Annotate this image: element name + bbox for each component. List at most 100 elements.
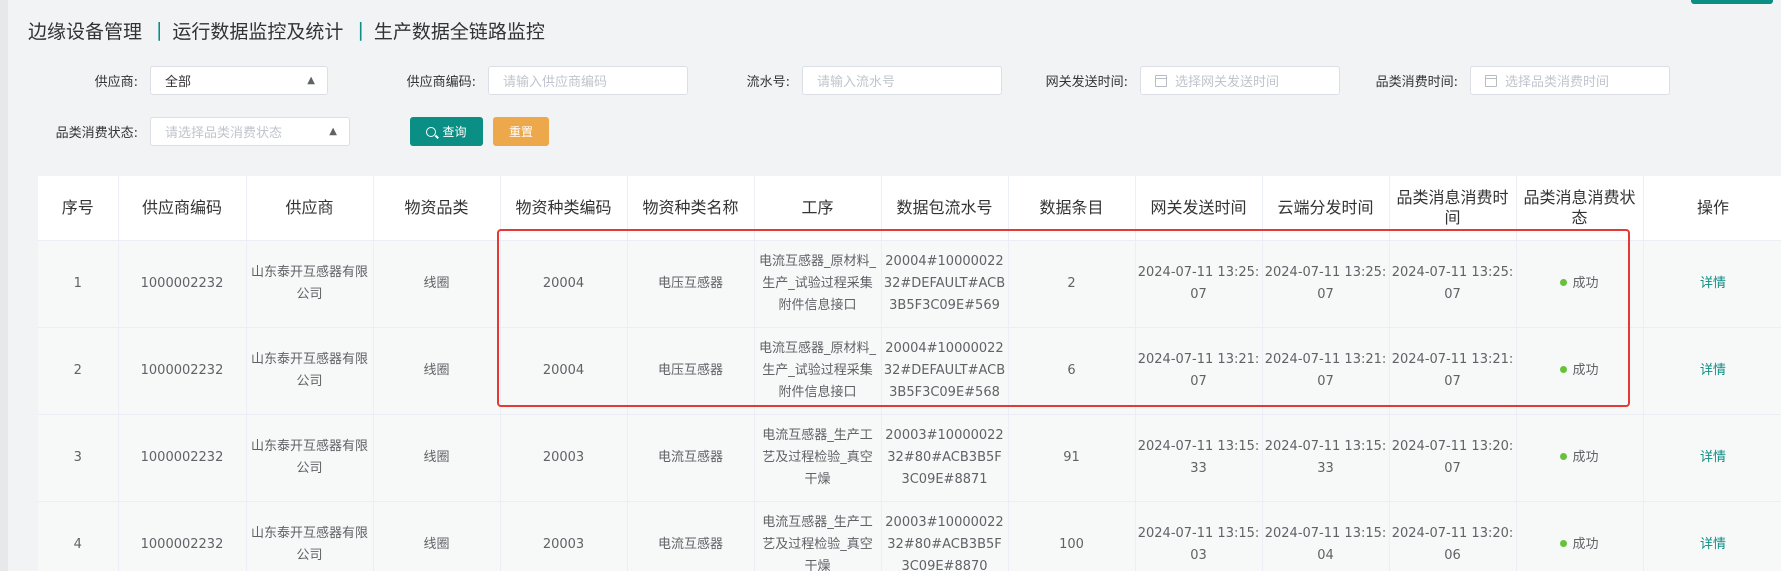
breadcrumb-separator: | — [156, 19, 163, 41]
cell-supplier-code: 1000002232 — [118, 414, 247, 502]
cell-type-name: 电压互感器 — [627, 240, 755, 328]
cell-supplier: 山东泰开互感器有限公司 — [246, 240, 374, 328]
breadcrumb-item-full-chain[interactable]: 生产数据全链路监控 — [374, 17, 545, 44]
cell-packet-no: 20004#1000002232#DEFAULT#ACB3B5F3C09E#56… — [881, 327, 1009, 415]
cell-type-code: 20003 — [500, 501, 628, 571]
filter-serial-no: 流水号: 请输入流水号 — [728, 65, 1002, 96]
cell-type-name: 电流互感器 — [627, 501, 755, 571]
chevron-up-icon: ▲ — [329, 126, 337, 137]
top-accent-tab — [1691, 0, 1773, 4]
cell-index: 3 — [38, 414, 119, 502]
col-header-index: 序号 — [38, 176, 119, 241]
col-header-action: 操作 — [1643, 176, 1781, 241]
detail-link[interactable]: 详情 — [1700, 276, 1726, 291]
query-button[interactable]: 查询 — [410, 117, 483, 146]
col-header-type-name: 物资种类名称 — [627, 176, 755, 241]
breadcrumb-item-edge-device[interactable]: 边缘设备管理 — [28, 17, 142, 44]
status-text: 成功 — [1572, 276, 1599, 291]
detail-link[interactable]: 详情 — [1700, 363, 1726, 378]
cell-packet-no: 20003#1000002232#80#ACB3B5F3C09E#8871 — [881, 414, 1009, 502]
cell-category: 线圈 — [373, 327, 501, 415]
calendar-icon — [1485, 74, 1497, 87]
consume-status-placeholder: 请选择品类消费状态 — [165, 126, 283, 141]
cell-action: 详情 — [1643, 240, 1781, 328]
cell-action: 详情 — [1643, 414, 1781, 502]
cell-status: 成功 — [1516, 501, 1644, 571]
supplier-select[interactable]: 全部 ▲ — [150, 66, 328, 95]
detail-link[interactable]: 详情 — [1700, 450, 1726, 465]
cell-status: 成功 — [1516, 327, 1644, 415]
table-header-row: 序号 供应商编码 供应商 物资品类 物资种类编码 物资种类名称 工序 数据包流水… — [38, 176, 1781, 241]
cell-supplier: 山东泰开互感器有限公司 — [246, 501, 374, 571]
col-header-category: 物资品类 — [373, 176, 501, 241]
status-dot-icon — [1560, 366, 1568, 373]
cell-consume-time: 2024-07-11 13:21:07 — [1389, 327, 1517, 415]
cell-count: 91 — [1008, 414, 1136, 502]
cell-cloud-time: 2024-07-11 13:21:07 — [1262, 327, 1390, 415]
status-text: 成功 — [1572, 537, 1599, 552]
col-header-consume-time: 品类消息消费时间 — [1389, 176, 1517, 241]
filter-supplier-code: 供应商编码: 请输入供应商编码 — [380, 65, 688, 96]
status-text: 成功 — [1572, 450, 1599, 465]
cell-consume-time: 2024-07-11 13:20:06 — [1389, 501, 1517, 571]
cell-packet-no: 20004#1000002232#DEFAULT#ACB3B5F3C09E#56… — [881, 240, 1009, 328]
cell-type-code: 20004 — [500, 240, 628, 328]
cell-category: 线圈 — [373, 414, 501, 502]
supplier-code-label: 供应商编码: — [406, 75, 476, 90]
search-icon — [426, 126, 437, 137]
filter-supplier: 供应商: 全部 ▲ — [70, 65, 328, 96]
cell-process: 电流互感器_原材料_生产_试验过程采集附件信息接口 — [754, 327, 882, 415]
cell-cloud-time: 2024-07-11 13:15:04 — [1262, 501, 1390, 571]
cell-supplier-code: 1000002232 — [118, 501, 247, 571]
cell-gateway-time: 2024-07-11 13:21:07 — [1135, 327, 1263, 415]
cell-gateway-time: 2024-07-11 13:25:07 — [1135, 240, 1263, 328]
cell-type-name: 电压互感器 — [627, 327, 755, 415]
cell-supplier: 山东泰开互感器有限公司 — [246, 414, 374, 502]
supplier-label: 供应商: — [94, 75, 138, 90]
cell-process: 电流互感器_生产工艺及过程检验_真空干燥 — [754, 501, 882, 571]
cell-process: 电流互感器_原材料_生产_试验过程采集附件信息接口 — [754, 240, 882, 328]
gateway-time-picker[interactable]: 选择网关发送时间 — [1140, 66, 1340, 95]
serial-no-input[interactable]: 请输入流水号 — [802, 66, 1002, 95]
status-dot-icon — [1560, 453, 1568, 460]
cell-index: 2 — [38, 327, 119, 415]
calendar-icon — [1155, 74, 1167, 87]
cell-index: 4 — [38, 501, 119, 571]
consume-time-picker[interactable]: 选择品类消费时间 — [1470, 66, 1670, 95]
table-row: 2 1000002232 山东泰开互感器有限公司 线圈 20004 电压互感器 … — [38, 327, 1781, 415]
reset-button[interactable]: 重置 — [493, 117, 549, 146]
status-dot-icon — [1560, 279, 1568, 286]
gateway-time-label: 网关发送时间: — [1045, 75, 1128, 90]
col-header-consume-status: 品类消息消费状态 — [1516, 176, 1644, 241]
cell-status: 成功 — [1516, 240, 1644, 328]
breadcrumb-item-monitoring[interactable]: 运行数据监控及统计 — [172, 17, 343, 44]
cell-consume-time: 2024-07-11 13:20:07 — [1389, 414, 1517, 502]
filter-gateway-time: 网关发送时间: 选择网关发送时间 — [1034, 65, 1340, 96]
col-header-cloud-time: 云端分发时间 — [1262, 176, 1390, 241]
status-dot-icon — [1560, 540, 1568, 547]
table-row: 4 1000002232 山东泰开互感器有限公司 线圈 20003 电流互感器 … — [38, 501, 1781, 571]
cell-category: 线圈 — [373, 501, 501, 571]
cell-process: 电流互感器_生产工艺及过程检验_真空干燥 — [754, 414, 882, 502]
reset-button-label: 重置 — [508, 125, 533, 139]
serial-no-label: 流水号: — [746, 75, 790, 90]
consume-status-select[interactable]: 请选择品类消费状态 ▲ — [150, 117, 350, 146]
col-header-gateway-time: 网关发送时间 — [1135, 176, 1263, 241]
breadcrumb-separator: | — [357, 19, 364, 41]
cell-supplier: 山东泰开互感器有限公司 — [246, 327, 374, 415]
cell-type-code: 20003 — [500, 414, 628, 502]
cell-type-code: 20004 — [500, 327, 628, 415]
cell-type-name: 电流互感器 — [627, 414, 755, 502]
cell-index: 1 — [38, 240, 119, 328]
table-row: 3 1000002232 山东泰开互感器有限公司 线圈 20003 电流互感器 … — [38, 414, 1781, 502]
cell-cloud-time: 2024-07-11 13:15:33 — [1262, 414, 1390, 502]
col-header-supplier-code: 供应商编码 — [118, 176, 247, 241]
supplier-code-input[interactable]: 请输入供应商编码 — [488, 66, 688, 95]
detail-link[interactable]: 详情 — [1700, 537, 1726, 552]
cell-gateway-time: 2024-07-11 13:15:33 — [1135, 414, 1263, 502]
consume-time-placeholder: 选择品类消费时间 — [1505, 75, 1610, 90]
cell-count: 2 — [1008, 240, 1136, 328]
col-header-count: 数据条目 — [1008, 176, 1136, 241]
gateway-time-placeholder: 选择网关发送时间 — [1175, 75, 1280, 90]
filter-consume-time: 品类消费时间: 选择品类消费时间 — [1364, 65, 1670, 96]
